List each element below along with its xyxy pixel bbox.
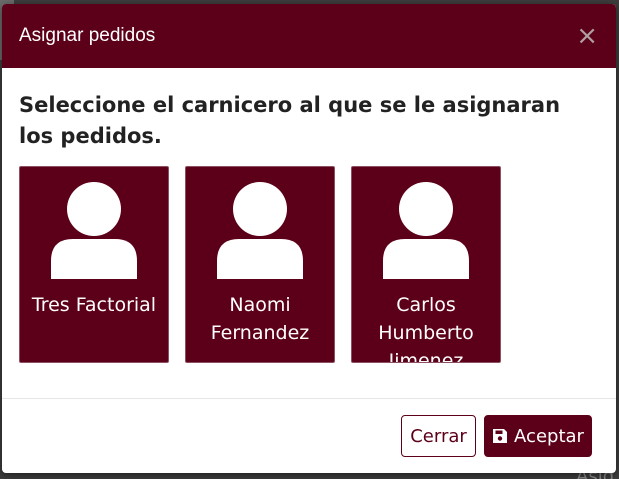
butcher-card[interactable]: Naomi Fernandez <box>185 166 335 363</box>
modal-header: Asignar pedidos × <box>2 4 616 68</box>
modal-title: Asignar pedidos <box>19 25 156 46</box>
close-icon[interactable]: × <box>576 23 598 49</box>
butcher-card[interactable]: Tres Factorial <box>19 166 169 363</box>
assign-orders-modal: Asignar pedidos × Seleccione el carnicer… <box>2 4 616 473</box>
selection-prompt: Seleccione el carnicero al que se le asi… <box>19 93 561 148</box>
modal-footer: Cerrar Aceptar <box>2 398 616 473</box>
user-icon <box>217 182 303 279</box>
close-button[interactable]: Cerrar <box>401 415 476 457</box>
user-icon <box>51 182 137 279</box>
butcher-name: Carlos Humberto Jimenez <box>378 294 474 363</box>
accept-button[interactable]: Aceptar <box>484 415 592 457</box>
butcher-card[interactable]: Carlos Humberto Jimenez <box>351 166 501 363</box>
user-icon <box>383 182 469 279</box>
butcher-name: Tres Factorial <box>31 294 157 316</box>
butcher-name: Naomi Fernandez <box>210 294 310 344</box>
butcher-list: Tres Factorial Naomi Fernandez Carlos Hu… <box>19 166 599 363</box>
accept-button-label: Aceptar <box>514 425 584 447</box>
save-icon <box>493 429 508 443</box>
modal-body: Seleccione el carnicero al que se le asi… <box>2 68 616 398</box>
